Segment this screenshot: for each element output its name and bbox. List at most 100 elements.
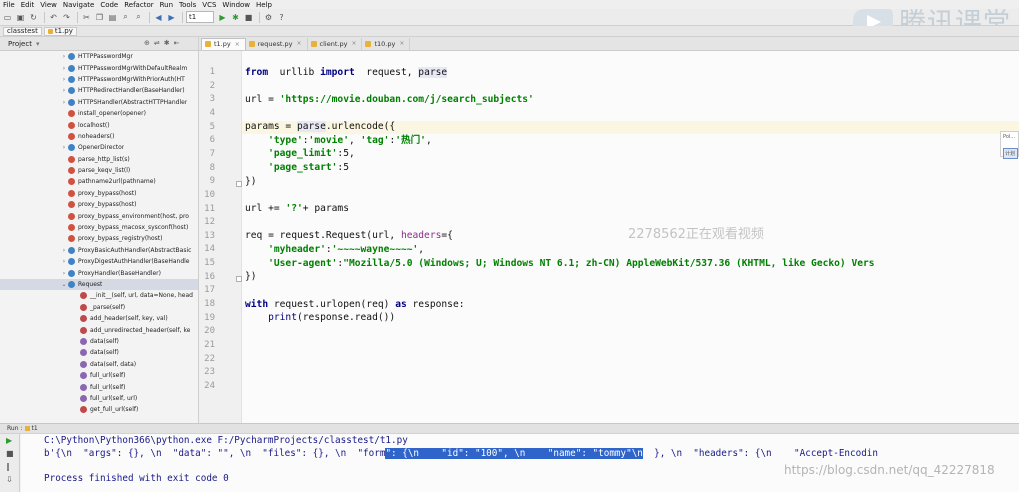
- collapse-all-icon[interactable]: ⇌: [154, 39, 160, 47]
- menu-view[interactable]: View: [40, 1, 57, 9]
- code-token: ,: [425, 134, 432, 146]
- function-icon: [68, 167, 75, 175]
- expand-arrow-icon[interactable]: ›: [60, 53, 68, 60]
- stop-icon[interactable]: ■: [243, 12, 254, 23]
- menu-window[interactable]: Window: [222, 1, 250, 9]
- find-icon[interactable]: ⌕: [120, 12, 131, 23]
- tree-item[interactable]: proxy_bypass_registry(host): [0, 233, 198, 244]
- tree-item[interactable]: proxy_bypass(host): [0, 199, 198, 210]
- expand-arrow-icon[interactable]: ⌄: [60, 281, 68, 288]
- tab-t1-py[interactable]: t1.py ×: [201, 37, 246, 50]
- expand-arrow-icon[interactable]: ›: [60, 99, 68, 106]
- expand-arrow-icon[interactable]: ›: [60, 87, 68, 94]
- tree-item[interactable]: proxy_bypass_macosx_sysconf(host): [0, 222, 198, 233]
- gear-icon[interactable]: ✱: [164, 39, 170, 47]
- menu-tools[interactable]: Tools: [179, 1, 196, 9]
- tree-item[interactable]: parse_keqv_list(l): [0, 165, 198, 176]
- copy-icon[interactable]: ❐: [94, 12, 105, 23]
- toolbar-divider: [259, 11, 260, 23]
- tab-t10-py[interactable]: t10.py ×: [362, 37, 411, 50]
- tree-item[interactable]: install_opener(opener): [0, 108, 198, 119]
- menu-code[interactable]: Code: [100, 1, 118, 9]
- sync-icon[interactable]: ↻: [28, 12, 39, 23]
- menu-help[interactable]: Help: [256, 1, 272, 9]
- menu-run[interactable]: Run: [160, 1, 173, 9]
- tree-item-label: full_url(self): [90, 383, 126, 391]
- breadcrumb-project[interactable]: classtest: [3, 26, 42, 36]
- tree-item[interactable]: › HTTPRedirectHandler(BaseHandler): [0, 85, 198, 96]
- tree-item[interactable]: ⌄ Request: [0, 278, 198, 291]
- expand-arrow-icon[interactable]: ›: [60, 76, 68, 83]
- run-icon[interactable]: ▶: [217, 12, 228, 23]
- tree-item[interactable]: data(self): [0, 347, 198, 358]
- expand-arrow-icon[interactable]: ›: [60, 258, 68, 265]
- undo-icon[interactable]: ↶: [48, 12, 59, 23]
- fold-marker-icon[interactable]: [236, 276, 242, 282]
- rerun-icon[interactable]: ▶: [6, 434, 19, 447]
- tree-item[interactable]: proxy_bypass(host): [0, 188, 198, 199]
- chevron-down-icon[interactable]: ▾: [36, 40, 40, 48]
- tree-item-label: noheaders(): [78, 132, 115, 140]
- tree-item[interactable]: data(self, data): [0, 359, 198, 370]
- scroll-from-source-icon[interactable]: ⊕: [144, 39, 150, 47]
- tree-item[interactable]: › ProxyBasicAuthHandler(AbstractBasic: [0, 245, 198, 256]
- menu-refactor[interactable]: Refactor: [124, 1, 153, 9]
- tree-item[interactable]: add_header(self, key, val): [0, 313, 198, 324]
- menu-navigate[interactable]: Navigate: [63, 1, 94, 9]
- open-folder-icon[interactable]: ▭: [2, 12, 13, 23]
- tree-item[interactable]: › ProxyHandler(BaseHandler): [0, 267, 198, 278]
- save-icon[interactable]: ▣: [15, 12, 26, 23]
- tree-item[interactable]: __init__(self, url, data=None, head: [0, 290, 198, 301]
- expand-arrow-icon[interactable]: ›: [60, 247, 68, 254]
- tree-item[interactable]: add_unredirected_header(self, ke: [0, 324, 198, 335]
- close-icon[interactable]: ×: [351, 40, 356, 47]
- popup-button[interactable]: 计划: [1003, 148, 1018, 159]
- menu-edit[interactable]: Edit: [21, 1, 35, 9]
- cut-icon[interactable]: ✂: [81, 12, 92, 23]
- close-icon[interactable]: ×: [235, 41, 240, 48]
- expand-arrow-icon[interactable]: ›: [60, 144, 68, 151]
- scroll-down-icon[interactable]: ⇩: [6, 473, 19, 486]
- paste-icon[interactable]: ▤: [107, 12, 118, 23]
- pause-icon[interactable]: ‖: [6, 460, 19, 473]
- method-icon: [80, 326, 87, 334]
- tree-item[interactable]: › HTTPPasswordMgr: [0, 51, 198, 62]
- help-icon[interactable]: ?: [276, 12, 287, 23]
- hide-panel-icon[interactable]: ⇤: [174, 39, 180, 47]
- replace-icon[interactable]: ⌕: [133, 12, 144, 23]
- tree-item[interactable]: › ProxyDigestAuthHandler(BaseHandle: [0, 256, 198, 267]
- tree-item[interactable]: › OpenerDirector: [0, 142, 198, 153]
- run-config-select[interactable]: t1: [186, 11, 214, 23]
- tree-item[interactable]: full_url(self): [0, 381, 198, 392]
- menu-vcs[interactable]: VCS: [202, 1, 216, 9]
- tree-item[interactable]: full_url(self, url): [0, 393, 198, 404]
- expand-arrow-icon[interactable]: ›: [60, 65, 68, 72]
- expand-arrow-icon[interactable]: ›: [60, 270, 68, 277]
- tab-client-py[interactable]: client.py ×: [308, 37, 363, 50]
- tree-item[interactable]: localhost(): [0, 119, 198, 130]
- tree-item[interactable]: › HTTPSHandler(AbstractHTTPHandler: [0, 97, 198, 108]
- tree-item[interactable]: full_url(self): [0, 370, 198, 381]
- menu-file[interactable]: File: [3, 1, 15, 9]
- tree-item[interactable]: parse_http_list(s): [0, 154, 198, 165]
- tree-item[interactable]: proxy_bypass_environment(host, pro: [0, 210, 198, 221]
- settings-icon[interactable]: ⚙: [263, 12, 274, 23]
- tree-item[interactable]: pathname2url(pathname): [0, 176, 198, 187]
- fold-marker-icon[interactable]: [236, 181, 242, 187]
- debug-icon[interactable]: ✱: [230, 12, 241, 23]
- close-icon[interactable]: ×: [399, 40, 404, 47]
- redo-icon[interactable]: ↷: [61, 12, 72, 23]
- tab-request-py[interactable]: request.py ×: [246, 37, 308, 50]
- tree-item[interactable]: noheaders(): [0, 131, 198, 142]
- tree-item[interactable]: › HTTPPasswordMgrWithDefaultRealm: [0, 62, 198, 73]
- close-icon[interactable]: ×: [297, 40, 302, 47]
- tree-item[interactable]: _parse(self): [0, 302, 198, 313]
- tree-item[interactable]: data(self): [0, 336, 198, 347]
- tree-item[interactable]: › HTTPPasswordMgrWithPriorAuth(HT: [0, 74, 198, 85]
- back-icon[interactable]: ◀: [153, 12, 164, 23]
- side-popup[interactable]: Pol... 计划: [1000, 131, 1019, 159]
- forward-icon[interactable]: ▶: [166, 12, 177, 23]
- stop-icon[interactable]: ■: [6, 447, 19, 460]
- tree-item[interactable]: get_full_url(self): [0, 404, 198, 415]
- breadcrumb-file[interactable]: t1.py: [43, 26, 77, 36]
